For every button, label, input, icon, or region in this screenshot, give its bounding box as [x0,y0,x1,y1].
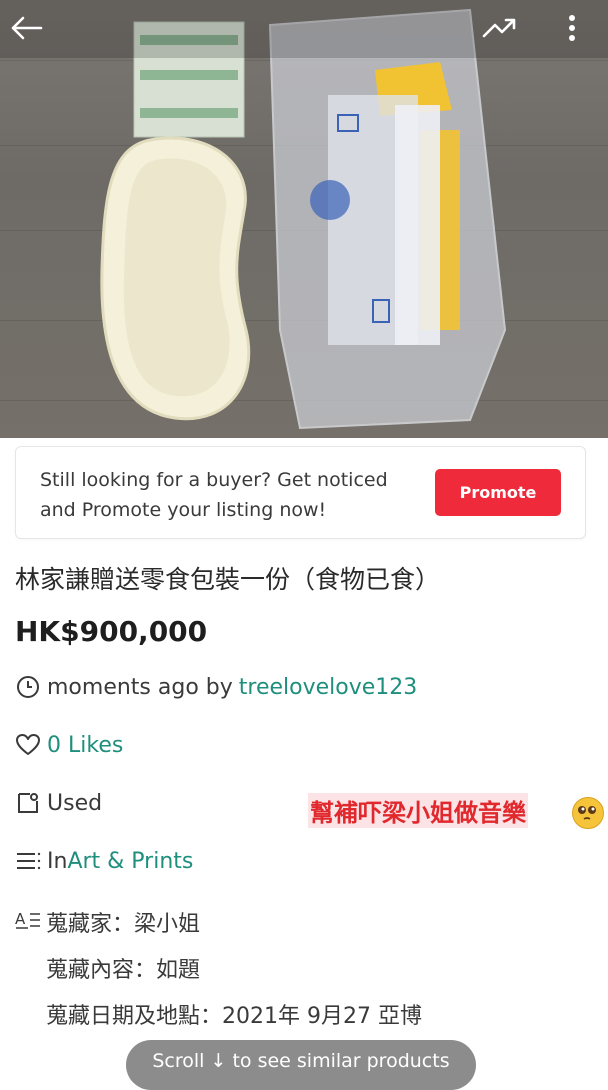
likes-row[interactable]: 0 Likes [15,732,123,758]
promote-line-1: Still looking for a buyer? Get noticed [40,469,388,491]
category-link[interactable]: Art & Prints [67,849,193,874]
overlay-caption: 幫補吓梁小姐做音樂 [308,793,528,828]
promote-message: Still looking for a buyer? Get noticed a… [40,465,430,525]
description-line-1: 蒐藏家：梁小姐 [46,912,201,937]
pleading-face-emoji [572,797,604,829]
condition-row: Used [15,790,102,816]
condition-text: Used [47,790,103,816]
seller-link[interactable]: treelovelove123 [239,675,418,700]
product-photo[interactable] [0,0,608,438]
posted-time-row: moments ago by treelovelove123 [15,674,417,700]
description-line-3: 蒐藏日期及地點：2021年 9月27 亞博 [46,1004,422,1029]
category-prefix: In [47,848,68,874]
heart-icon[interactable] [15,732,41,758]
promote-button[interactable]: Promote [435,469,561,516]
promote-line-2: and Promote your listing now! [40,499,327,521]
more-options-icon[interactable] [552,8,592,48]
clock-icon [15,674,41,700]
category-list-icon [15,848,41,874]
promote-card: Still looking for a buyer? Get noticed a… [15,446,586,539]
likes-count[interactable]: 0 Likes [47,733,123,758]
listing-title: 林家謙贈送零食包裝一份（食物已食） [15,565,441,594]
listing-price: HK$900,000 [15,615,208,648]
product-photo-illustration [100,8,507,430]
description-line-2: 蒐藏內容：如題 [46,958,201,983]
scroll-hint-pill[interactable]: Scroll ↓ to see similar products [126,1040,476,1090]
condition-tag-icon [15,790,41,816]
posted-time-text: moments ago by [47,674,233,700]
category-row[interactable]: In Art & Prints [15,848,193,874]
description-icon: A [15,908,41,934]
trending-icon[interactable] [480,8,520,48]
svg-text:A: A [15,910,26,928]
back-arrow-icon[interactable] [6,8,46,48]
